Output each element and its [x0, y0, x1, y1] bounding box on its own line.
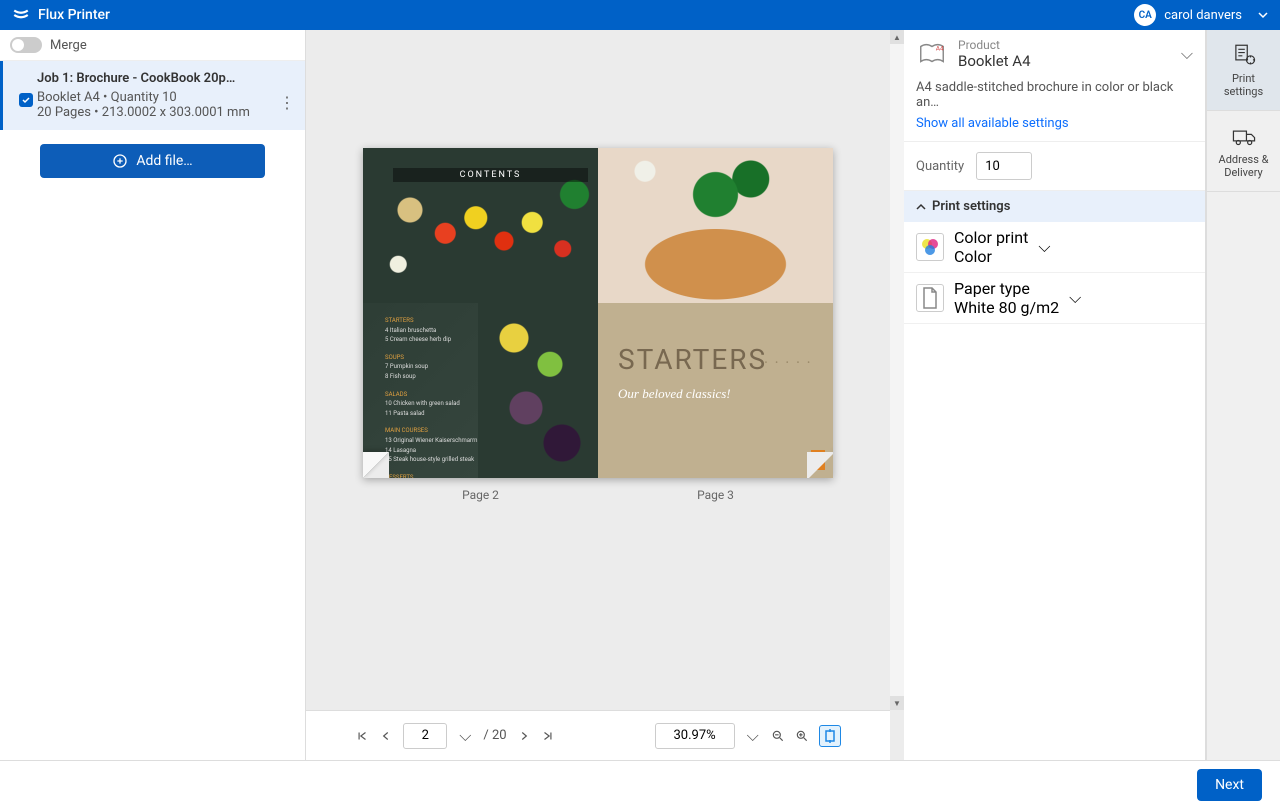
paper-type-selector[interactable]: Paper type White 80 g/m2 ⌵ — [904, 273, 1205, 324]
zoom-out-icon[interactable] — [771, 729, 785, 743]
page-spread: CONTENTS STARTERS4 Italian bruschetta5 C… — [363, 148, 833, 478]
next-page-icon[interactable] — [517, 729, 531, 743]
contents-heading: CONTENTS — [393, 168, 588, 182]
app-header: Flux Printer CA carol danvers — [0, 0, 1280, 30]
quantity-input[interactable] — [976, 152, 1032, 180]
preview-area[interactable]: CONTENTS STARTERS4 Italian bruschetta5 C… — [306, 30, 904, 710]
jobs-sidebar: Merge Job 1: Brochure - CookBook 20p… Bo… — [0, 30, 306, 760]
zoom-dropdown-icon[interactable]: ⌵ — [745, 726, 761, 746]
print-settings-header[interactable]: Print settings — [904, 191, 1205, 222]
add-file-button[interactable]: Add file… — [40, 144, 265, 178]
color-print-selector[interactable]: Color print Color ⌵ — [904, 222, 1205, 273]
job-format: Booklet A4 • Quantity 10 — [37, 90, 293, 105]
vertical-scrollbar[interactable]: ▲ ▼ — [890, 30, 904, 710]
plus-circle-icon — [112, 153, 128, 169]
tab-address-label: Address & Delivery — [1219, 153, 1269, 179]
chevron-down-icon: ⌵ — [1038, 237, 1050, 257]
print-settings-icon — [1231, 42, 1257, 68]
add-file-label: Add file… — [136, 153, 192, 169]
tab-address-delivery[interactable]: Address & Delivery — [1207, 111, 1280, 192]
paper-icon — [920, 286, 940, 310]
page-curl-left[interactable] — [363, 452, 389, 478]
job-checkbox[interactable] — [19, 93, 33, 107]
user-avatar: CA — [1134, 4, 1156, 26]
zoom-input[interactable] — [655, 723, 735, 749]
svg-text:A4: A4 — [936, 44, 944, 52]
product-value: Booklet A4 — [958, 52, 1171, 70]
fit-page-button[interactable] — [819, 725, 841, 747]
settings-panel: A4 Product Booklet A4 ⌵ A4 saddle-stitch… — [904, 30, 1206, 760]
print-settings-label: Print settings — [932, 199, 1010, 214]
page-2-label: Page 2 — [363, 488, 598, 502]
scroll-down-icon[interactable]: ▼ — [890, 696, 904, 710]
user-menu[interactable]: CA carol danvers — [1134, 4, 1268, 26]
product-label: Product — [958, 38, 1171, 52]
page-2: CONTENTS STARTERS4 Italian bruschetta5 C… — [363, 148, 598, 478]
chevron-down-icon: ⌵ — [1181, 44, 1193, 64]
color-icon — [920, 237, 940, 257]
quantity-label: Quantity — [916, 159, 964, 174]
job-dims: 20 Pages • 213.0002 x 303.0001 mm — [37, 105, 293, 120]
page-3-label: Page 3 — [598, 488, 833, 502]
job-item[interactable]: Job 1: Brochure - CookBook 20p… Booklet … — [0, 61, 305, 130]
job-more-icon[interactable]: ⋮ — [279, 93, 295, 112]
next-button[interactable]: Next — [1197, 769, 1262, 801]
first-page-icon[interactable] — [355, 729, 369, 743]
color-label: Color print — [954, 228, 1028, 247]
prev-page-icon[interactable] — [379, 729, 393, 743]
last-page-icon[interactable] — [541, 729, 555, 743]
right-tabs: Print settings Address & Delivery — [1206, 30, 1280, 760]
merge-toggle[interactable] — [10, 37, 42, 53]
paper-value: White 80 g/m2 — [954, 298, 1059, 317]
chevron-up-icon — [916, 202, 926, 212]
page-total: / 20 — [483, 728, 506, 743]
paper-label: Paper type — [954, 279, 1059, 298]
table-of-contents: STARTERS4 Italian bruschetta5 Cream chee… — [385, 308, 485, 478]
merge-row: Merge — [0, 30, 305, 61]
pager-toolbar: ⌵ / 20 ⌵ — [306, 710, 890, 760]
zoom-in-icon[interactable] — [795, 729, 809, 743]
scroll-up-icon[interactable]: ▲ — [890, 30, 904, 44]
show-all-settings-link[interactable]: Show all available settings — [904, 116, 1205, 141]
product-description: A4 saddle-stitched brochure in color or … — [904, 78, 1205, 116]
preview-pane: CONTENTS STARTERS4 Italian bruschetta5 C… — [306, 30, 904, 760]
starters-title: STARTERS — [618, 343, 767, 376]
page-3: STARTERS • • • • • Our beloved classics! — [598, 148, 833, 478]
page-curl-right[interactable] — [807, 452, 833, 478]
tab-print-settings[interactable]: Print settings — [1207, 30, 1280, 111]
color-value: Color — [954, 247, 1028, 266]
footer-bar: Next — [0, 760, 1280, 808]
page-dropdown-icon[interactable]: ⌵ — [457, 726, 473, 746]
booklet-icon: A4 — [917, 39, 947, 69]
app-name: Flux Printer — [38, 7, 110, 23]
user-name: carol danvers — [1164, 8, 1242, 23]
chevron-down-icon — [1258, 10, 1268, 20]
tab-print-label: Print settings — [1224, 72, 1263, 98]
merge-label: Merge — [50, 38, 87, 53]
quantity-row: Quantity — [904, 141, 1205, 191]
flux-logo-icon — [12, 6, 30, 24]
chevron-down-icon: ⌵ — [1069, 288, 1081, 308]
starters-subtitle: Our beloved classics! — [618, 386, 731, 402]
delivery-icon — [1231, 123, 1257, 149]
page-input[interactable] — [403, 723, 447, 749]
product-selector[interactable]: A4 Product Booklet A4 ⌵ — [904, 30, 1205, 78]
job-title: Job 1: Brochure - CookBook 20p… — [37, 71, 293, 86]
app-logo: Flux Printer — [12, 6, 110, 24]
dots-decoration: • • • • • — [765, 358, 813, 367]
